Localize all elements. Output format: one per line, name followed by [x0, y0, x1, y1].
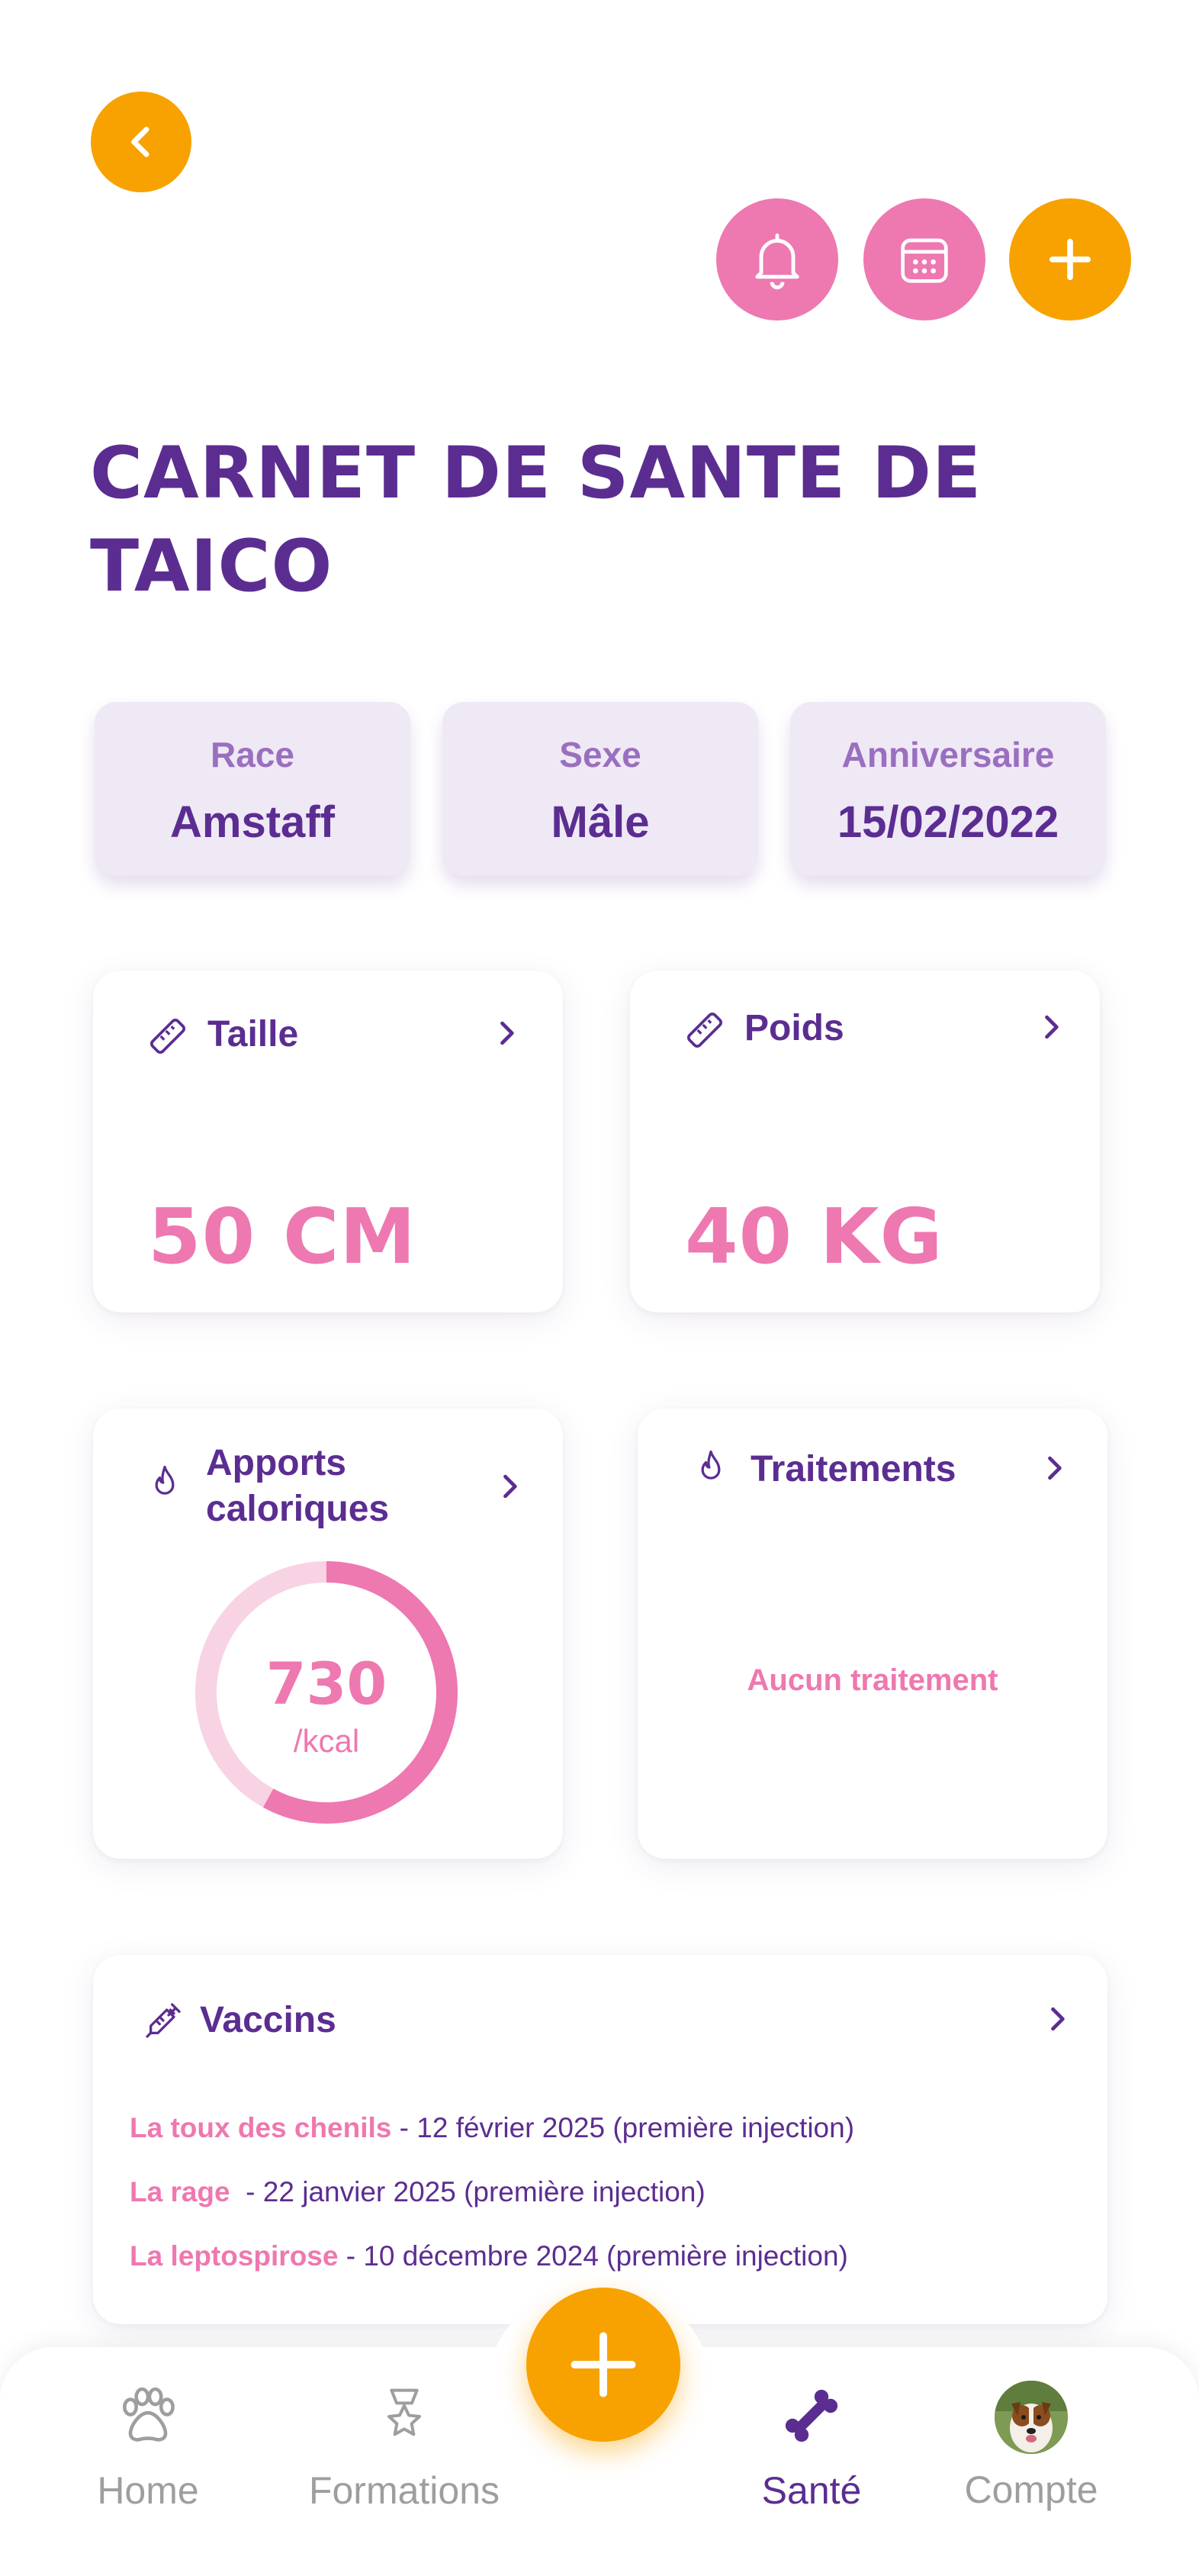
back-button[interactable]	[91, 92, 191, 192]
info-label: Anniversaire	[841, 735, 1055, 774]
info-race: Race Amstaff	[95, 702, 410, 876]
info-sex: Sexe Mâle	[442, 702, 758, 876]
info-value: Amstaff	[170, 797, 335, 847]
nav-item-formations[interactable]: Formations	[305, 2381, 503, 2513]
page-title-line-2: TAICO	[90, 525, 333, 608]
plus-icon	[1049, 238, 1091, 281]
vaccine-detail: - 22 janvier 2025 (première injection)	[230, 2176, 706, 2207]
chevron-right-icon[interactable]	[1040, 2002, 1074, 2036]
avatar	[995, 2381, 1068, 2454]
nav-item-compte[interactable]: Compte	[932, 2381, 1130, 2512]
nav-item-label: Compte	[964, 2468, 1098, 2511]
calories-title-line-1: Apports	[206, 1443, 346, 1483]
vaccine-detail: - 10 décembre 2024 (première injection)	[338, 2240, 848, 2272]
info-label: Sexe	[559, 735, 641, 774]
calories-title-line-2: caloriques	[206, 1489, 390, 1529]
treatments-card-title: Traitements	[751, 1449, 956, 1489]
bell-icon	[755, 233, 799, 290]
info-label: Race	[211, 735, 294, 774]
treatments-empty-text: Aucun traitement	[747, 1663, 998, 1697]
nav-item-label: Home	[97, 2469, 199, 2512]
vaccines-card-title: Vaccins	[200, 2000, 336, 2040]
chevron-right-icon[interactable]	[493, 1470, 526, 1503]
nav-item-home[interactable]: Home	[49, 2381, 247, 2513]
info-value: Mâle	[551, 797, 650, 847]
vaccine-item[interactable]: La rage - 22 janvier 2025 (première inje…	[130, 2176, 706, 2208]
dog-avatar-image	[995, 2381, 1068, 2454]
add-button[interactable]	[1009, 198, 1131, 320]
ruler-icon	[149, 1018, 186, 1055]
vaccine-name: La toux des chenils	[130, 2112, 392, 2143]
notifications-button[interactable]	[716, 198, 838, 320]
bone-icon	[785, 2389, 838, 2442]
flame-icon	[701, 1450, 721, 1480]
vaccine-name: La leptospirose	[130, 2240, 339, 2272]
treatments-card[interactable]: Traitements Aucun traitement	[638, 1409, 1107, 1859]
nav-item-label: Formations	[308, 2469, 500, 2512]
weight-card[interactable]: Poids 40 KG	[630, 971, 1100, 1312]
calories-card-title: Apports caloriques	[206, 1441, 389, 1532]
page-title: CARNET DE SANTE DE TAICO	[90, 427, 1082, 613]
vaccine-name: La rage	[130, 2176, 230, 2207]
chevron-right-icon[interactable]	[490, 1016, 523, 1050]
fab-add-button[interactable]	[526, 2288, 680, 2442]
calendar-button[interactable]	[863, 198, 985, 320]
medal-icon	[387, 2388, 421, 2436]
calories-unit: /kcal	[293, 1723, 360, 1759]
height-value: 50 CM	[148, 1192, 416, 1281]
plus-icon	[571, 2332, 636, 2397]
chevron-left-icon	[131, 127, 149, 157]
info-birthday: Anniversaire 15/02/2022	[790, 702, 1106, 876]
height-card[interactable]: Taille 50 CM	[93, 971, 563, 1312]
height-card-title: Taille	[207, 1014, 299, 1055]
paw-icon	[123, 2387, 175, 2442]
weight-card-title: Poids	[744, 1008, 844, 1048]
nav-item-sante[interactable]: Santé	[712, 2381, 911, 2513]
flame-icon	[155, 1465, 175, 1495]
vaccine-item[interactable]: La toux des chenils - 12 février 2025 (p…	[130, 2112, 854, 2144]
vaccine-item[interactable]: La leptospirose - 10 décembre 2024 (prem…	[130, 2240, 848, 2272]
syringe-icon	[146, 2003, 181, 2038]
vaccine-detail: - 12 février 2025 (première injection)	[391, 2112, 855, 2143]
calories-value: 730	[265, 1650, 387, 1718]
page-title-line-1: CARNET DE SANTE DE	[90, 432, 982, 515]
ruler-icon	[686, 1012, 723, 1048]
calendar-icon	[901, 238, 948, 283]
nav-item-label: Santé	[761, 2469, 862, 2512]
calories-card[interactable]: Apports caloriques 730 /kcal	[93, 1409, 563, 1859]
weight-value: 40 KG	[685, 1192, 943, 1281]
chevron-right-icon[interactable]	[1034, 1010, 1068, 1044]
chevron-right-icon[interactable]	[1037, 1451, 1071, 1485]
info-value: 15/02/2022	[837, 797, 1059, 847]
